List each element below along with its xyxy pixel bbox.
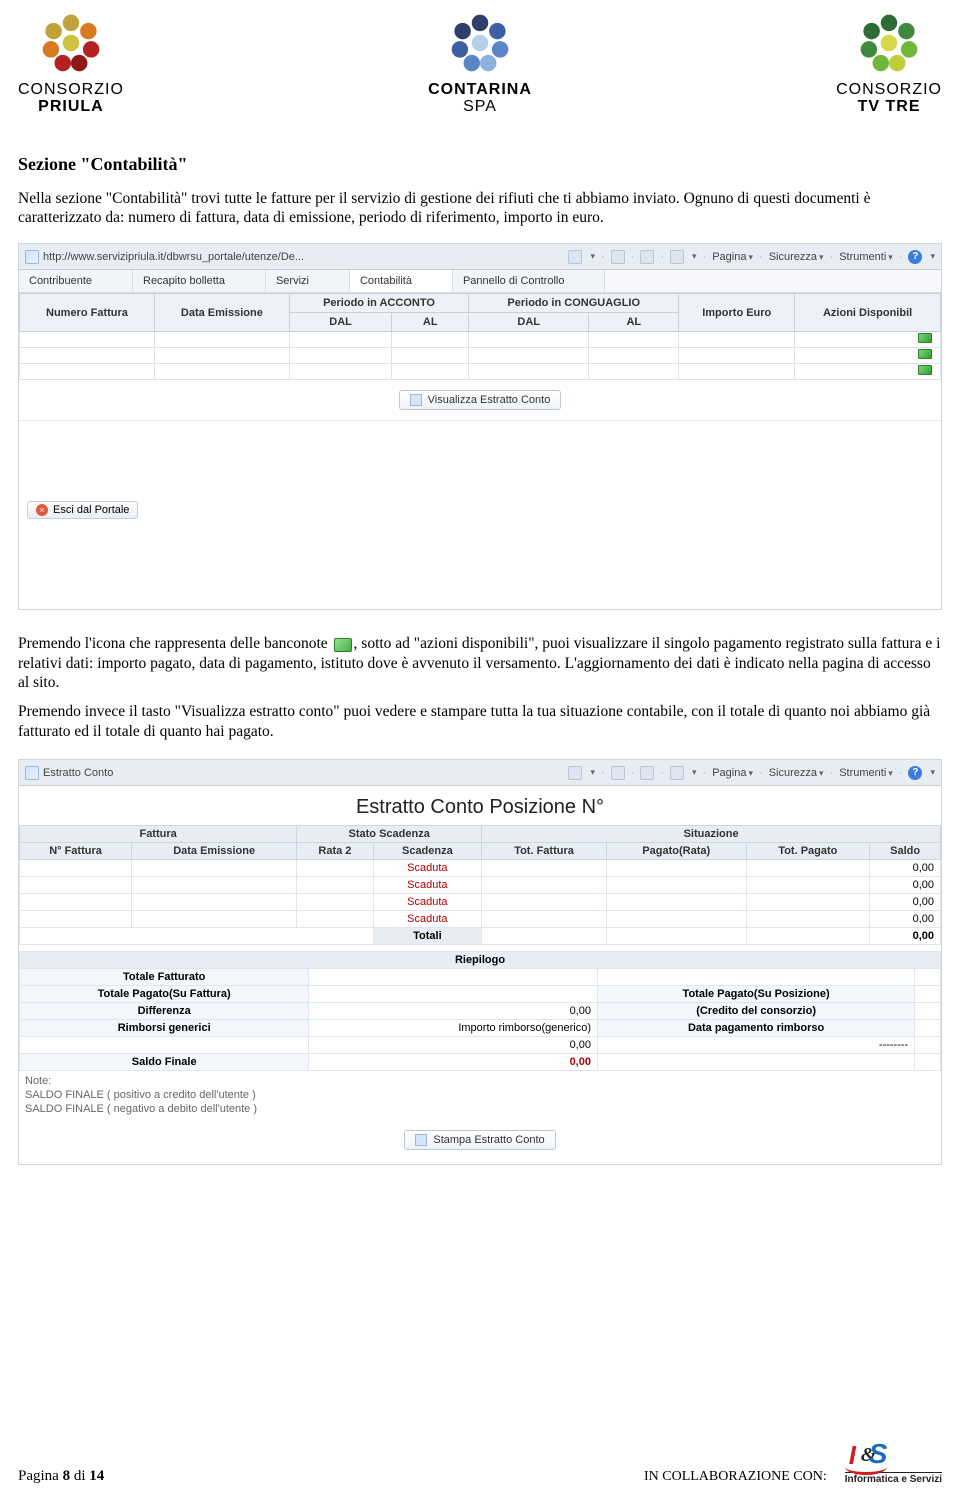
col-demissione: Data Emissione — [132, 843, 297, 860]
browser-tab-title: Estratto Conto — [43, 767, 562, 779]
help-icon[interactable]: ? — [908, 766, 922, 780]
logo-is: I&S Informatica e Servizi — [845, 1438, 942, 1485]
mail-icon[interactable] — [640, 250, 654, 264]
table-row — [20, 348, 941, 364]
col-nfattura: N° Fattura — [20, 843, 132, 860]
col-rata: Rata 2 — [297, 843, 373, 860]
estratto-table: Fattura Stato Scadenza Situazione N° Fat… — [19, 825, 941, 945]
feed-icon[interactable] — [611, 766, 625, 780]
help-icon[interactable]: ? — [908, 250, 922, 264]
page-footer: Pagina 8 di 14 IN COLLABORAZIONE CON: I&… — [18, 1438, 942, 1485]
section-title: Sezione "Contabilità" — [18, 154, 942, 175]
menu-pagina[interactable]: Pagina▾ — [712, 767, 753, 779]
paragraph-banconote: Premendo l'icona che rappresenta delle b… — [18, 634, 942, 692]
col-periodo-conguaglio: Periodo in CONGUAGLIO — [469, 294, 679, 313]
col-periodo-acconto: Periodo in ACCONTO — [289, 294, 468, 313]
logo-priula-line2: PRIULA — [18, 99, 124, 116]
logo-contarina-icon — [445, 8, 515, 78]
browser-url: http://www.servizipriula.it/dbwrsu_porta… — [43, 251, 562, 263]
close-icon: × — [36, 504, 48, 516]
riepilogo-header: Riepilogo — [20, 952, 941, 969]
note-block: Note: SALDO FINALE ( positivo a credito … — [19, 1071, 941, 1120]
invoice-table: Numero Fattura Data Emissione Periodo in… — [19, 293, 941, 380]
home-icon[interactable] — [568, 766, 582, 780]
collab-label: IN COLLABORAZIONE CON: — [644, 1469, 827, 1485]
table-row: Scaduta0,00 — [20, 860, 941, 877]
col-con-dal: DAL — [469, 313, 589, 332]
print-icon — [415, 1134, 427, 1146]
screenshot-contabilita: http://www.servizipriula.it/dbwrsu_porta… — [18, 243, 942, 610]
tab-recapito[interactable]: Recapito bolletta — [133, 270, 266, 292]
intro-paragraph: Nella sezione "Contabilità" trovi tutte … — [18, 189, 942, 228]
mail-icon[interactable] — [640, 766, 654, 780]
print-icon[interactable] — [670, 766, 684, 780]
col-saldo: Saldo — [870, 843, 941, 860]
col-numero-fattura: Numero Fattura — [20, 294, 155, 332]
logo-tvtre: CONSORZIOTV TRE — [836, 8, 942, 116]
paragraph-visualizza: Premendo invece il tasto "Visualizza est… — [18, 702, 942, 741]
logo-tvtre-line2: TV TRE — [836, 99, 942, 116]
logo-priula-icon — [36, 8, 106, 78]
logo-contarina-line1: CONTARINA — [428, 82, 532, 99]
logo-tvtre-line1: CONSORZIO — [836, 82, 942, 99]
header-logos: CONSORZIOPRIULA CONTARINASPA — [18, 0, 942, 128]
banknote-inline-icon — [334, 638, 352, 652]
tab-contribuente[interactable]: Contribuente — [19, 270, 133, 292]
col-importo: Importo Euro — [679, 294, 795, 332]
banknote-icon[interactable] — [918, 365, 932, 375]
logo-priula: CONSORZIOPRIULA — [18, 8, 124, 116]
document-icon — [410, 394, 422, 406]
tab-contabilita[interactable]: Contabilità — [350, 270, 453, 292]
col-acc-al: AL — [392, 313, 469, 332]
totali-row: Totali0,00 — [20, 928, 941, 945]
col-con-al: AL — [589, 313, 679, 332]
logo-tvtre-icon — [854, 8, 924, 78]
visualizza-estratto-button[interactable]: Visualizza Estratto Conto — [399, 390, 562, 410]
col-acc-dal: DAL — [289, 313, 392, 332]
logo-priula-line1: CONSORZIO — [18, 82, 124, 99]
favicon-icon — [25, 766, 39, 780]
banknote-icon[interactable] — [918, 333, 932, 343]
table-row — [20, 364, 941, 380]
logo-contarina: CONTARINASPA — [428, 8, 532, 116]
menu-sicurezza[interactable]: Sicurezza▾ — [769, 767, 824, 779]
screenshot-estratto-conto: Estratto Conto ▾· · · ▾· Pagina▾· Sicure… — [18, 759, 942, 1165]
home-icon[interactable] — [568, 250, 582, 264]
col-pagatorata: Pagato(Rata) — [606, 843, 746, 860]
menu-pagina[interactable]: Pagina▾ — [712, 251, 753, 263]
col-data-emissione: Data Emissione — [154, 294, 289, 332]
table-row — [20, 332, 941, 348]
group-fattura: Fattura — [20, 826, 297, 843]
table-row: Scaduta0,00 — [20, 877, 941, 894]
esci-portale-button[interactable]: × Esci dal Portale — [27, 501, 138, 519]
nav-tabs: Contribuente Recapito bolletta Servizi C… — [19, 270, 941, 293]
feed-icon[interactable] — [611, 250, 625, 264]
stampa-estratto-button[interactable]: Stampa Estratto Conto — [404, 1130, 555, 1150]
logo-contarina-line2: SPA — [428, 99, 532, 116]
table-row: Scaduta0,00 — [20, 894, 941, 911]
favicon-icon — [25, 250, 39, 264]
estratto-title: Estratto Conto Posizione N° — [19, 786, 941, 825]
tab-servizi[interactable]: Servizi — [266, 270, 350, 292]
table-row: Scaduta0,00 — [20, 911, 941, 928]
print-icon[interactable] — [670, 250, 684, 264]
riepilogo-table: Riepilogo Totale Fatturato Totale Pagato… — [19, 951, 941, 1071]
tab-pannello[interactable]: Pannello di Controllo — [453, 270, 606, 292]
menu-strumenti[interactable]: Strumenti▾ — [839, 251, 893, 263]
menu-sicurezza[interactable]: Sicurezza▾ — [769, 251, 824, 263]
col-azioni: Azioni Disponibil — [795, 294, 941, 332]
col-totfattura: Tot. Fattura — [482, 843, 607, 860]
col-scadenza: Scadenza — [373, 843, 482, 860]
group-stato: Stato Scadenza — [297, 826, 482, 843]
page-number: Pagina 8 di 14 — [18, 1468, 104, 1485]
col-totpagato: Tot. Pagato — [746, 843, 870, 860]
menu-strumenti[interactable]: Strumenti▾ — [839, 767, 893, 779]
group-situazione: Situazione — [482, 826, 941, 843]
banknote-icon[interactable] — [918, 349, 932, 359]
